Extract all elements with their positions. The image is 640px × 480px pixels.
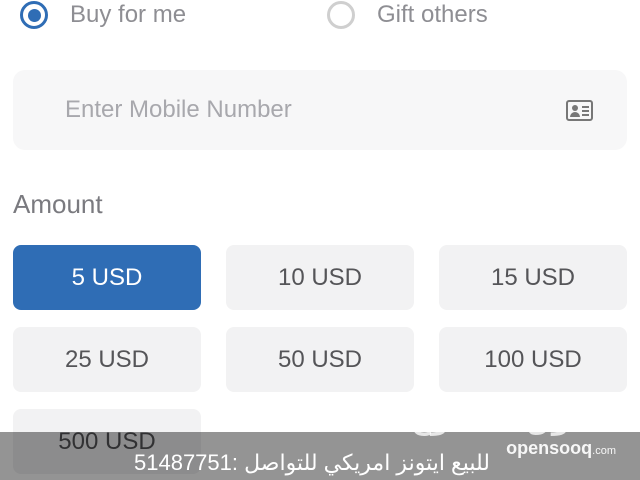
amount-option-50-usd[interactable]: 50 USD — [226, 327, 414, 392]
amount-option-10-usd[interactable]: 10 USD — [226, 245, 414, 310]
contact-body-shape — [570, 112, 580, 117]
opensooq-watermark-domain: .com — [592, 445, 616, 457]
amount-option-15-usd[interactable]: 15 USD — [439, 245, 627, 310]
contact-line — [582, 114, 589, 116]
amount-heading: Amount — [13, 189, 103, 219]
contact-line — [582, 110, 589, 112]
mobile-number-field[interactable] — [13, 70, 627, 150]
contact-line — [582, 106, 589, 108]
opensooq-watermark: opensooq.com — [506, 438, 616, 459]
purchase-type-selector: Buy for me Gift others — [0, 0, 640, 34]
radio-unchecked-icon[interactable] — [327, 1, 355, 29]
gift-others-label: Gift others — [377, 1, 488, 28]
amount-option-25-usd[interactable]: 25 USD — [13, 327, 201, 392]
gift-others-option[interactable]: Gift others — [327, 0, 488, 34]
contacts-card-icon[interactable] — [566, 100, 593, 121]
buy-for-me-label: Buy for me — [70, 1, 187, 28]
mobile-number-input[interactable] — [65, 92, 535, 128]
amount-option-100-usd[interactable]: 100 USD — [439, 327, 627, 392]
amount-option-5-usd[interactable]: 5 USD — [13, 245, 201, 310]
listing-caption-text: للبيع ايتونز امريكي للتواصل :51487751 — [134, 450, 491, 475]
opensooq-watermark-arabic: السوق المفتوح — [410, 404, 618, 435]
opensooq-watermark-name: opensooq — [506, 438, 593, 458]
buy-for-me-option[interactable]: Buy for me — [20, 0, 186, 34]
contact-head-shape — [572, 105, 578, 111]
radio-checked-icon[interactable] — [20, 1, 48, 29]
